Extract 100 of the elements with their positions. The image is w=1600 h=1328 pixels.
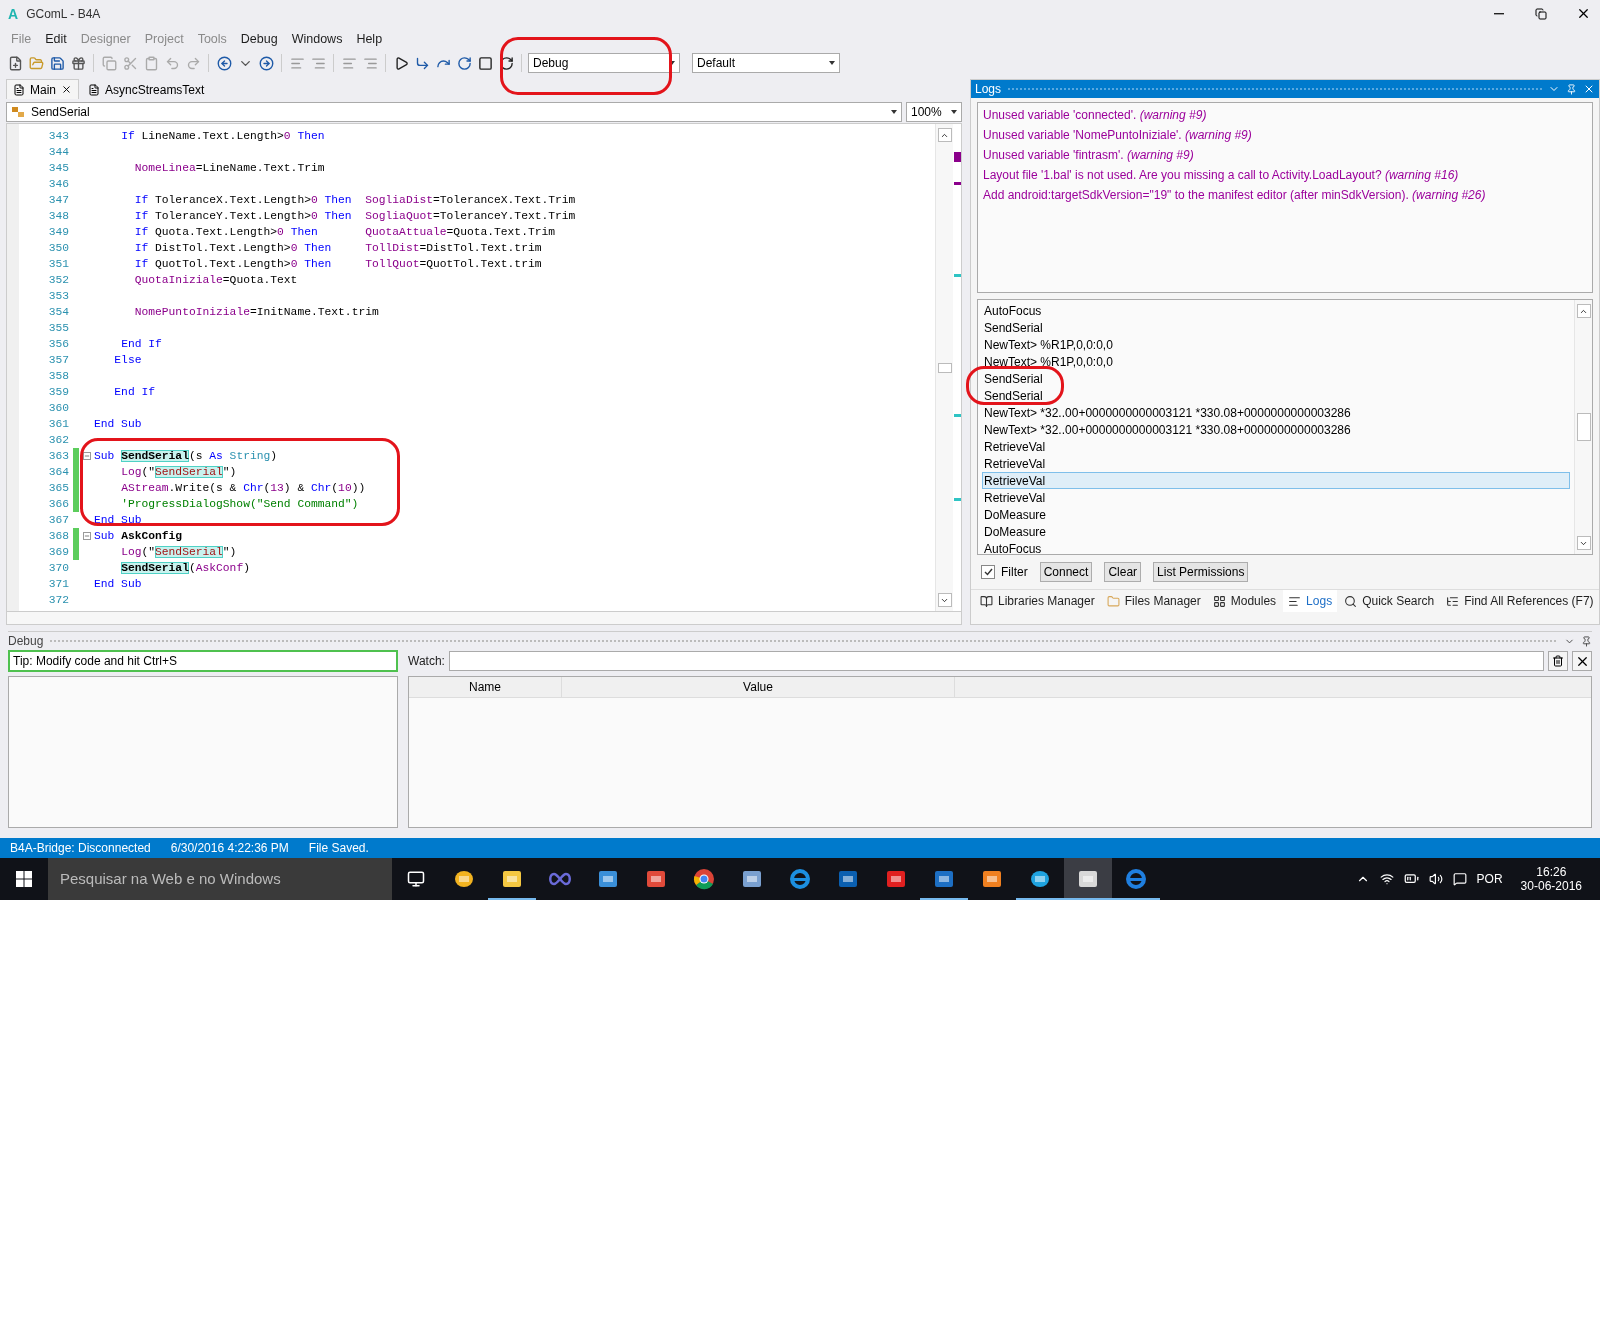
menu-item[interactable]: Help <box>349 31 390 46</box>
app-icon <box>741 868 763 890</box>
forward-icon[interactable] <box>257 54 275 73</box>
vertical-scrollbar[interactable] <box>1574 300 1592 555</box>
panel-tab[interactable]: Logs <box>1283 590 1338 613</box>
log-entry[interactable]: DoMeasure <box>982 506 1570 524</box>
build-config-dropdown[interactable]: Debug <box>528 53 680 74</box>
warning-message: Add android:targetSdkVersion="19" to the manifest editor (after minSdkVersion). (warning #26) <box>983 187 1487 205</box>
taskbar-search-field[interactable]: Pesquisar na Web e no Windows <box>48 858 392 900</box>
menu-item[interactable]: Debug <box>233 31 285 46</box>
code-line: If LineName.Text.Length>0 Then <box>120 130 325 143</box>
scroll-thumb[interactable] <box>1576 413 1591 442</box>
code-line: If ToleranceX.Text.Length>0 Then SogliaDist=ToleranceX.Text.Trim <box>133 194 576 207</box>
clear-button[interactable] <box>1572 651 1592 672</box>
document-icon <box>88 83 100 96</box>
line-number: 345 <box>47 162 70 175</box>
panel-tab[interactable]: Find All References (F7) <box>1441 590 1599 613</box>
panel-tab[interactable]: Modules <box>1207 590 1282 613</box>
app-icon <box>885 868 907 890</box>
log-entry[interactable]: RetrieveVal <box>982 489 1570 507</box>
line-number: 358 <box>47 370 70 383</box>
line-number: 359 <box>47 386 70 399</box>
log-action-button[interactable]: List Permissions <box>1153 562 1249 583</box>
column-header: Value <box>562 677 955 698</box>
log-entry[interactable]: AutoFocus <box>982 540 1570 558</box>
log-entry[interactable]: NewText> *32..00+0000000000003121 *330.08+0000000000003286 <box>982 404 1570 422</box>
close-icon[interactable] <box>61 84 72 96</box>
watch-field[interactable] <box>448 651 1544 672</box>
package-icon[interactable] <box>69 54 87 73</box>
status-text: 6/30/2016 4:22:36 PM <box>170 841 289 856</box>
log-entry[interactable]: NewText> *32..00+0000000000003121 *330.08+0000000000003286 <box>982 421 1570 439</box>
method-icon <box>11 106 25 119</box>
column-header: Name <box>409 677 562 698</box>
language-indicator[interactable]: POR <box>1476 872 1503 886</box>
line-number: 371 <box>47 578 70 591</box>
log-entry[interactable]: SendSerial <box>982 370 1570 388</box>
menu-item[interactable]: Windows <box>284 31 350 46</box>
fold-toggle-icon[interactable] <box>83 532 91 541</box>
editor-tab[interactable]: Main <box>6 79 79 100</box>
log-entry[interactable]: SendSerial <box>982 319 1570 337</box>
app-icon <box>453 868 475 890</box>
log-entry[interactable]: AutoFocus <box>982 302 1570 320</box>
stop-icon[interactable] <box>476 54 494 73</box>
horizontal-scrollbar[interactable] <box>6 612 962 626</box>
back-icon[interactable] <box>215 54 233 73</box>
log-action-button[interactable]: Connect <box>1039 562 1093 583</box>
status-text: File Saved. <box>308 841 369 856</box>
filter-checkbox[interactable] <box>981 565 995 580</box>
sub-selector-dropdown[interactable]: SendSerial <box>6 102 902 123</box>
line-number: 354 <box>47 306 70 319</box>
panel-title: Debug <box>8 634 44 649</box>
app-logo: A <box>8 5 19 22</box>
document-icon <box>13 83 25 96</box>
fold-toggle-icon[interactable] <box>83 452 91 461</box>
line-number: 366 <box>47 498 70 511</box>
line-number: 363 <box>47 450 70 463</box>
line-number: 365 <box>47 482 70 495</box>
vertical-scrollbar[interactable] <box>935 124 953 612</box>
trash-icon <box>1552 655 1564 668</box>
log-entry[interactable]: NewText> %R1P,0,0:0,0 <box>982 336 1570 354</box>
code-line: End Sub <box>94 514 142 527</box>
taskbar-app-button[interactable] <box>1064 858 1112 900</box>
line-number: 351 <box>47 258 70 271</box>
log-entry[interactable]: DoMeasure <box>982 523 1570 541</box>
status-text: B4A-Bridge: Disconnected <box>10 841 151 856</box>
log-entry[interactable]: RetrieveVal <box>982 438 1570 456</box>
wifi-icon <box>1379 872 1394 886</box>
tip-field[interactable]: Tip: Modify code and hit Ctrl+S <box>8 650 398 673</box>
pin-icon <box>1566 83 1577 95</box>
line-number: 353 <box>47 290 70 303</box>
warning-message: Unused variable 'connected'. (warning #9) <box>983 107 1208 125</box>
lines-icon <box>1288 594 1302 608</box>
scroll-thumb[interactable] <box>937 362 952 373</box>
panel-tab[interactable]: Files Manager <box>1101 590 1206 613</box>
build-mode-dropdown[interactable]: Default <box>692 53 840 74</box>
panel-tab[interactable]: Libraries Manager <box>975 590 1100 613</box>
code-line: Sub AskConfig <box>94 530 183 543</box>
editor-tab[interactable]: AsyncStreamsText <box>81 79 212 100</box>
log-entry[interactable]: NewText> %R1P,0,0:0,0 <box>982 353 1570 371</box>
warning-message: Unused variable 'fintrasm'. (warning #9) <box>983 147 1195 165</box>
panel-title: Logs <box>975 82 1002 97</box>
chrome-icon <box>693 868 715 890</box>
step-out-icon[interactable] <box>455 54 473 73</box>
code-line: NomeLinea=LineName.Text.Trim <box>133 162 325 175</box>
save-icon[interactable] <box>48 54 66 73</box>
delete-button[interactable] <box>1548 651 1568 672</box>
log-entry[interactable]: RetrieveVal <box>982 472 1570 490</box>
log-entry[interactable]: SendSerial <box>982 387 1570 405</box>
browser-e-icon <box>1125 868 1147 890</box>
log-action-button[interactable]: Clear <box>1104 562 1142 583</box>
line-number: 364 <box>47 466 70 479</box>
tree-icon <box>1446 594 1460 608</box>
panel-tab[interactable]: Quick Search <box>1339 590 1440 613</box>
line-number: 346 <box>47 178 70 191</box>
line-number: 360 <box>47 402 70 415</box>
zoom-dropdown[interactable]: 100% <box>906 102 962 123</box>
log-entry[interactable]: RetrieveVal <box>982 455 1570 473</box>
menu-item[interactable]: Edit <box>38 31 74 46</box>
line-number: 370 <box>47 562 70 575</box>
line-number: 372 <box>47 594 70 607</box>
